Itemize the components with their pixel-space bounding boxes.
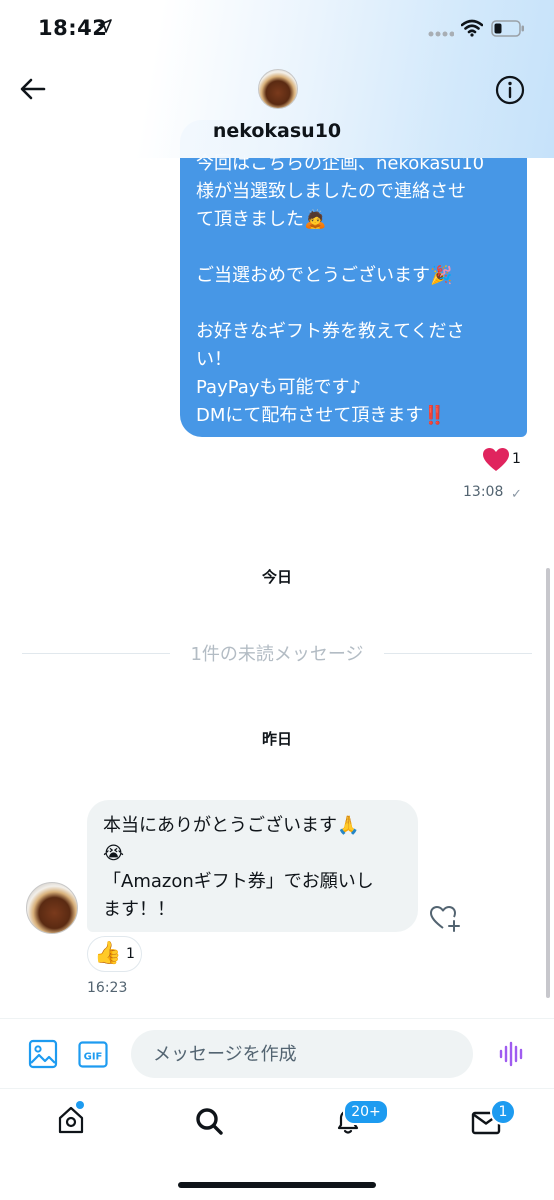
read-check-icon: ✓: [511, 487, 522, 502]
thumbs-up-icon: 👍: [94, 941, 122, 966]
info-icon[interactable]: [495, 75, 525, 105]
search-icon[interactable]: [195, 1107, 223, 1135]
tabbar-divider: [0, 1088, 554, 1089]
messages-badge: 1: [490, 1099, 516, 1125]
sender-avatar[interactable]: [26, 882, 78, 934]
svg-text:GIF: GIF: [84, 1052, 103, 1063]
home-icon[interactable]: [56, 1105, 86, 1135]
date-divider-yesterday: 昨日: [261, 730, 292, 748]
battery-icon: [491, 20, 524, 37]
date-divider-today: 今日: [261, 568, 292, 586]
conversation-title[interactable]: nekokasu10: [0, 120, 554, 142]
image-icon[interactable]: [28, 1039, 58, 1069]
received-message-time: 16:23: [87, 980, 128, 996]
back-arrow-icon[interactable]: [18, 74, 48, 104]
wifi-icon: [461, 19, 483, 37]
sent-message-text: 今回はこちらの企画、nekokasu10 様が当選致しましたので連絡させ て頂き…: [196, 153, 485, 426]
sent-message-bubble[interactable]: 今回はこちらの企画、nekokasu10 様が当選致しましたので連絡させ て頂き…: [180, 120, 527, 437]
home-new-indicator: [76, 1101, 84, 1109]
add-reaction-icon[interactable]: [428, 900, 462, 934]
received-message-bubble[interactable]: 本当にありがとうございます🙏 😭 「Amazonギフト券」でお願いし ます！！: [87, 800, 418, 932]
location-arrow-icon: [98, 19, 112, 33]
scrollbar[interactable]: [546, 568, 550, 998]
voice-message-icon[interactable]: [498, 1040, 526, 1068]
gif-icon[interactable]: GIF: [78, 1041, 108, 1068]
notifications-badge: 20+: [343, 1099, 389, 1125]
unread-divider-label: 1件の未読メッセージ: [170, 640, 384, 666]
sent-message-time: 13:08: [463, 484, 504, 500]
home-indicator[interactable]: [178, 1182, 376, 1188]
heart-reaction-count: 1: [512, 451, 521, 467]
status-time: 18:42: [38, 16, 108, 40]
heart-reaction-icon[interactable]: [482, 447, 510, 473]
received-message-text: 本当にありがとうございます🙏 😭 「Amazonギフト券」でお願いし ます！！: [103, 815, 374, 920]
thumbs-up-reaction[interactable]: 👍 1: [87, 936, 142, 972]
thumbs-up-count: 1: [126, 946, 135, 962]
message-input[interactable]: [131, 1030, 473, 1078]
header-avatar[interactable]: [258, 69, 298, 109]
composer-divider: [0, 1018, 554, 1019]
signal-icon: [428, 31, 454, 37]
